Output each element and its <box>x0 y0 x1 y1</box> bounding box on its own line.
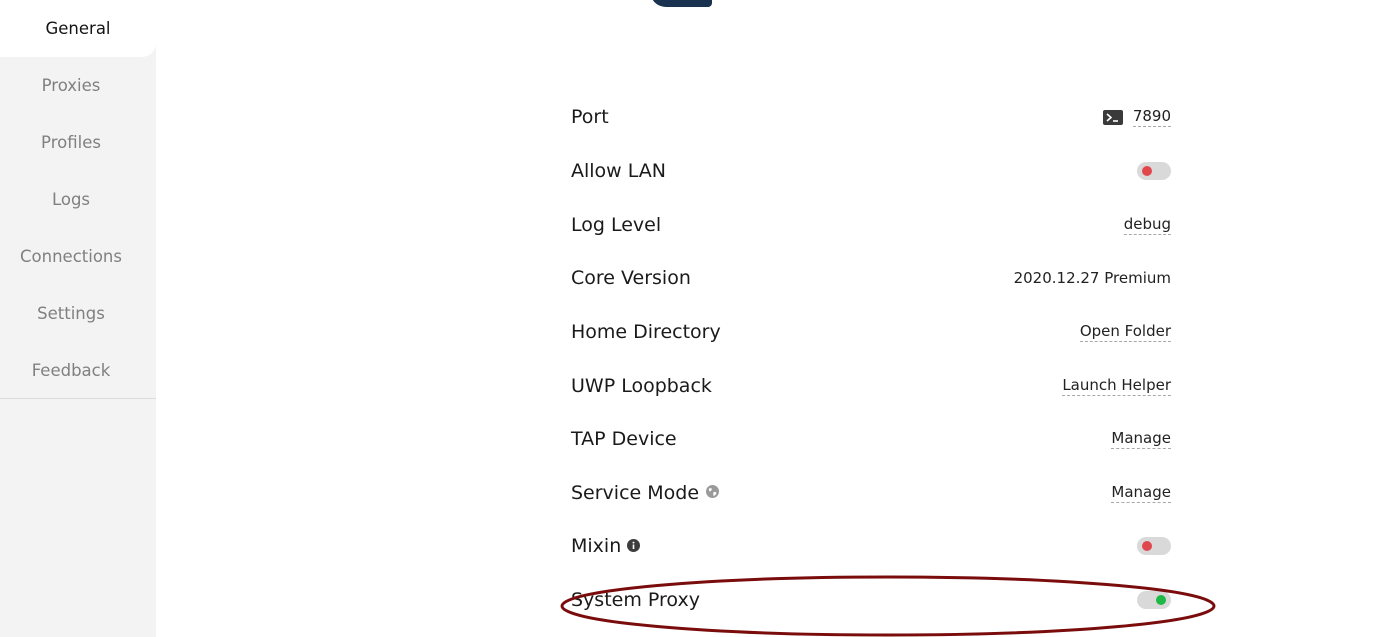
allow-lan-label: Allow LAN <box>571 160 666 182</box>
sidebar-item-label: Profiles <box>41 133 101 152</box>
toggle-knob <box>1156 595 1166 605</box>
log-level-label: Log Level <box>571 214 662 236</box>
home-directory-label: Home Directory <box>571 321 721 343</box>
sidebar-item-logs[interactable]: Logs <box>0 171 142 228</box>
launch-helper-link[interactable]: Launch Helper <box>1062 376 1171 396</box>
mixin-label-group: Mixin <box>571 535 641 557</box>
system-proxy-value-group <box>1137 591 1171 609</box>
mixin-value-group <box>1137 537 1171 555</box>
port-label: Port <box>571 106 609 128</box>
setting-row-mixin: Mixin <box>571 519 1171 573</box>
service-mode-value-group: Manage <box>1111 483 1171 503</box>
allow-lan-value-group <box>1137 162 1171 180</box>
mixin-label: Mixin <box>571 535 622 557</box>
uwp-loopback-value-group: Launch Helper <box>1062 376 1171 396</box>
sidebar-item-settings[interactable]: Settings <box>0 285 142 342</box>
home-directory-value-group: Open Folder <box>1079 322 1171 342</box>
terminal-icon[interactable] <box>1102 109 1123 125</box>
sidebar-item-profiles[interactable]: Profiles <box>0 114 142 171</box>
sidebar-item-feedback[interactable]: Feedback <box>0 342 142 399</box>
mixin-toggle[interactable] <box>1137 537 1171 555</box>
setting-row-tap-device: TAP Device Manage <box>571 412 1171 466</box>
service-mode-label-group: Service Mode <box>571 482 720 504</box>
sidebar-item-label: Proxies <box>41 76 101 95</box>
setting-row-home-directory: Home Directory Open Folder <box>571 305 1171 359</box>
sidebar-item-proxies[interactable]: Proxies <box>0 57 142 114</box>
setting-row-allow-lan: Allow LAN <box>571 144 1171 198</box>
sidebar-item-label: Feedback <box>31 361 111 380</box>
app-window: General Proxies Profiles Logs Connection… <box>0 0 1395 637</box>
globe-icon[interactable] <box>705 482 720 504</box>
port-input[interactable]: 7890 <box>1132 107 1171 127</box>
service-mode-manage-link[interactable]: Manage <box>1111 483 1171 503</box>
setting-row-uwp-loopback: UWP Loopback Launch Helper <box>571 359 1171 413</box>
setting-row-log-level: Log Level debug <box>571 198 1171 252</box>
sidebar-divider <box>0 398 156 399</box>
sidebar-item-label: Logs <box>51 190 91 209</box>
info-icon[interactable] <box>627 535 641 557</box>
sidebar-item-connections[interactable]: Connections <box>0 228 142 285</box>
sidebar-item-label: General <box>45 19 111 38</box>
app-logo <box>650 0 712 7</box>
setting-row-port: Port 7890 <box>571 90 1171 144</box>
sidebar: General Proxies Profiles Logs Connection… <box>0 0 156 637</box>
sidebar-item-label: Settings <box>37 304 105 323</box>
system-proxy-toggle[interactable] <box>1137 591 1171 609</box>
tap-device-label: TAP Device <box>571 428 677 450</box>
core-version-value: 2020.12.27 Premium <box>1013 269 1171 287</box>
toggle-knob <box>1142 166 1152 176</box>
open-folder-link[interactable]: Open Folder <box>1079 322 1171 342</box>
log-level-select[interactable]: debug <box>1123 215 1171 235</box>
system-proxy-label: System Proxy <box>571 589 700 611</box>
setting-row-system-proxy: System Proxy <box>571 573 1171 627</box>
uwp-loopback-label: UWP Loopback <box>571 375 712 397</box>
log-level-value-group: debug <box>1123 215 1171 235</box>
core-version-label: Core Version <box>571 267 691 289</box>
service-mode-label: Service Mode <box>571 482 700 504</box>
toggle-knob <box>1142 541 1152 551</box>
core-version-value-group: 2020.12.27 Premium <box>1014 269 1171 287</box>
sidebar-item-general[interactable]: General <box>0 0 156 57</box>
sidebar-item-label: Connections <box>20 247 122 266</box>
allow-lan-toggle[interactable] <box>1137 162 1171 180</box>
tap-device-manage-link[interactable]: Manage <box>1111 429 1171 449</box>
setting-row-core-version: Core Version 2020.12.27 Premium <box>571 251 1171 305</box>
tap-device-value-group: Manage <box>1111 429 1171 449</box>
setting-row-service-mode: Service Mode Manage <box>571 466 1171 520</box>
port-value-group: 7890 <box>1102 107 1171 127</box>
